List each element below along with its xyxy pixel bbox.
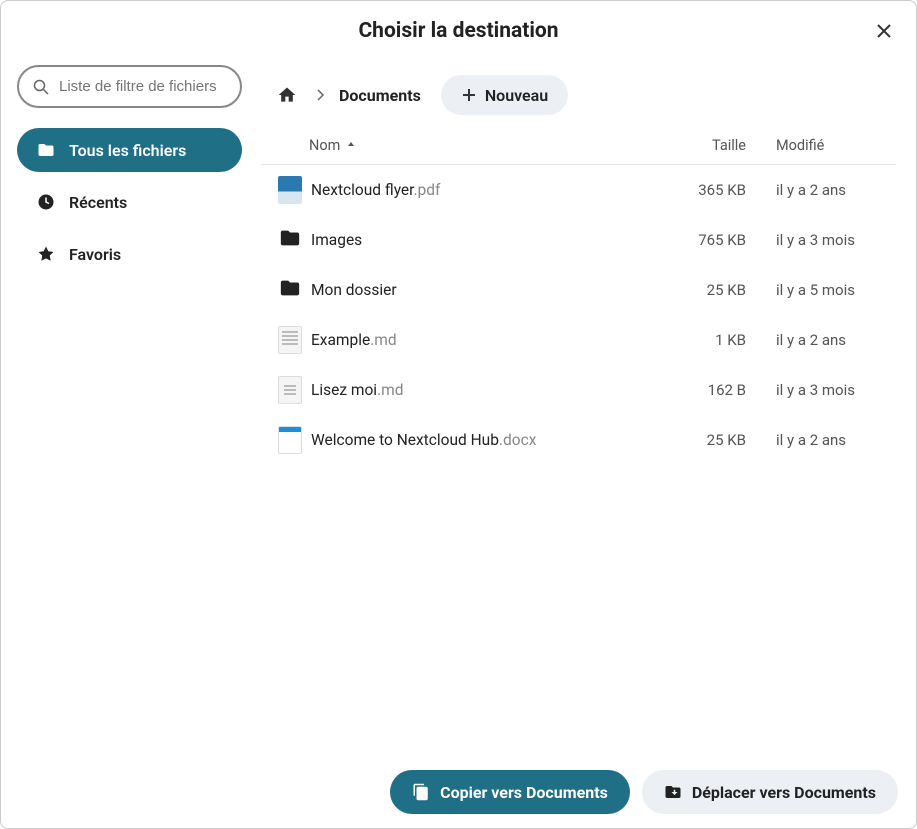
file-thumbnail-icon bbox=[278, 176, 302, 204]
star-icon bbox=[37, 245, 55, 263]
file-icon-cell bbox=[271, 176, 309, 204]
column-header-modified[interactable]: Modifié bbox=[746, 137, 886, 154]
close-icon bbox=[876, 23, 892, 39]
move-button[interactable]: Déplacer vers Documents bbox=[642, 770, 898, 814]
folder-icon bbox=[279, 277, 301, 303]
file-row[interactable]: Example.md1 KBil y a 2 ans bbox=[261, 315, 896, 365]
file-modified: il y a 2 ans bbox=[746, 431, 886, 449]
search-box[interactable] bbox=[17, 65, 242, 108]
file-icon-cell bbox=[271, 376, 309, 404]
file-icon-cell bbox=[271, 326, 309, 354]
chevron-right-icon bbox=[315, 89, 327, 101]
file-row[interactable]: Welcome to Nextcloud Hub.docx25 KBil y a… bbox=[261, 415, 896, 465]
file-name: Mon dossier bbox=[309, 281, 656, 299]
close-button[interactable] bbox=[872, 19, 896, 43]
file-icon-cell bbox=[271, 277, 309, 303]
copy-button-label: Copier vers Documents bbox=[440, 783, 608, 802]
file-size: 25 KB bbox=[656, 431, 746, 449]
file-thumbnail-icon bbox=[278, 376, 302, 404]
sidebar: Tous les fichiers Récents Favoris bbox=[1, 53, 261, 756]
search-input[interactable] bbox=[59, 78, 226, 95]
plus-icon bbox=[461, 87, 477, 103]
file-thumbnail-icon bbox=[278, 426, 302, 454]
sidebar-item-label: Tous les fichiers bbox=[69, 141, 186, 160]
main-content: Documents Nouveau Nom Taille Modifié Nex… bbox=[261, 53, 916, 756]
file-size: 25 KB bbox=[656, 281, 746, 299]
file-size: 765 KB bbox=[656, 231, 746, 249]
file-picker-dialog: Choisir la destination Tous les fichiers… bbox=[0, 0, 917, 829]
move-button-label: Déplacer vers Documents bbox=[692, 783, 876, 802]
table-header: Nom Taille Modifié bbox=[261, 131, 896, 165]
breadcrumb-current[interactable]: Documents bbox=[339, 86, 421, 105]
search-icon bbox=[33, 79, 49, 95]
sort-ascending-icon bbox=[346, 137, 356, 154]
file-name: Example.md bbox=[309, 331, 656, 349]
dialog-footer: Copier vers Documents Déplacer vers Docu… bbox=[1, 756, 916, 828]
dialog-body: Tous les fichiers Récents Favoris Docume… bbox=[1, 53, 916, 756]
sidebar-item-label: Récents bbox=[69, 193, 127, 212]
file-size: 162 B bbox=[656, 381, 746, 399]
move-icon bbox=[664, 783, 682, 801]
breadcrumb: Documents Nouveau bbox=[261, 65, 896, 131]
folder-icon bbox=[279, 227, 301, 253]
clock-icon bbox=[37, 193, 55, 211]
file-icon-cell bbox=[271, 227, 309, 253]
sidebar-item-label: Favoris bbox=[69, 245, 121, 264]
file-thumbnail-icon bbox=[278, 326, 302, 354]
column-header-size[interactable]: Taille bbox=[656, 137, 746, 154]
file-list: Nextcloud flyer.pdf365 KBil y a 2 ansIma… bbox=[261, 165, 896, 756]
dialog-title: Choisir la destination bbox=[1, 19, 916, 43]
file-name: Lisez moi.md bbox=[309, 381, 656, 399]
file-modified: il y a 3 mois bbox=[746, 381, 886, 399]
breadcrumb-home[interactable] bbox=[271, 79, 303, 111]
file-size: 1 KB bbox=[656, 331, 746, 349]
file-row[interactable]: Images765 KBil y a 3 mois bbox=[261, 215, 896, 265]
file-modified: il y a 2 ans bbox=[746, 181, 886, 199]
new-button[interactable]: Nouveau bbox=[441, 75, 568, 115]
home-icon bbox=[277, 85, 297, 105]
file-modified: il y a 2 ans bbox=[746, 331, 886, 349]
new-button-label: Nouveau bbox=[485, 86, 548, 105]
copy-icon bbox=[412, 783, 430, 801]
file-name: Welcome to Nextcloud Hub.docx bbox=[309, 431, 656, 449]
file-modified: il y a 3 mois bbox=[746, 231, 886, 249]
breadcrumb-separator bbox=[315, 86, 327, 105]
copy-button[interactable]: Copier vers Documents bbox=[390, 770, 630, 814]
file-row[interactable]: Mon dossier25 KBil y a 5 mois bbox=[261, 265, 896, 315]
file-name: Images bbox=[309, 231, 656, 249]
sidebar-item-all-files[interactable]: Tous les fichiers bbox=[17, 128, 242, 172]
file-icon-cell bbox=[271, 426, 309, 454]
file-row[interactable]: Nextcloud flyer.pdf365 KBil y a 2 ans bbox=[261, 165, 896, 215]
dialog-header: Choisir la destination bbox=[1, 1, 916, 53]
sidebar-item-recents[interactable]: Récents bbox=[17, 180, 242, 224]
column-header-name[interactable]: Nom bbox=[309, 137, 656, 154]
sidebar-item-favorites[interactable]: Favoris bbox=[17, 232, 242, 276]
file-name: Nextcloud flyer.pdf bbox=[309, 181, 656, 199]
file-row[interactable]: Lisez moi.md162 Bil y a 3 mois bbox=[261, 365, 896, 415]
file-modified: il y a 5 mois bbox=[746, 281, 886, 299]
file-size: 365 KB bbox=[656, 181, 746, 199]
folder-icon bbox=[37, 141, 55, 159]
